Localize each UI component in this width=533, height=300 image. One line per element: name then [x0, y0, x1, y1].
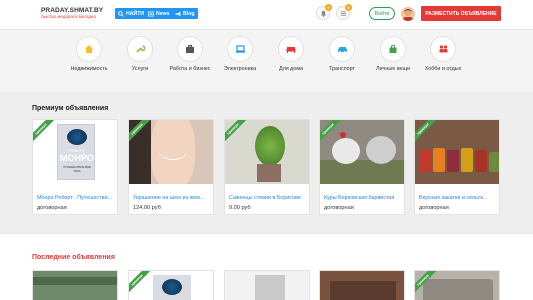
- listing-price: договорная: [324, 205, 354, 211]
- category-circle: [380, 36, 406, 62]
- photo-jar: [447, 150, 459, 172]
- wrench-icon: [136, 45, 145, 53]
- blog-button-label: Blog: [183, 10, 195, 17]
- listing-price: 124.00 руб: [133, 205, 161, 211]
- category-hobby[interactable]: Хобби и отдых: [413, 36, 473, 72]
- photo-comb: [340, 132, 346, 138]
- listing-price: договорная: [419, 205, 449, 211]
- listing-title[interactable]: Вкусные закатки и сельск...: [419, 195, 499, 201]
- list-icon: [340, 10, 346, 16]
- book-author-last: МОНРО: [60, 153, 94, 163]
- photo-pot: [257, 164, 281, 182]
- latest-title: Последние объявления: [32, 254, 115, 261]
- premium-section: Премиум объявления РОБЕРТ МОНРО ПУТЕШЕСТ…: [0, 92, 533, 231]
- listing-title[interactable]: Монро Роберт . Путешестви...: [37, 195, 117, 201]
- listing-title[interactable]: Украшение на шею из жем...: [133, 195, 213, 201]
- photo-jar: [489, 152, 499, 172]
- car-icon: [337, 47, 347, 53]
- top-header: PRADAY.SHMAT.BY быстро недорого выгодно …: [0, 0, 533, 30]
- book-cover: [153, 275, 191, 300]
- premium-card[interactable]: премиум Куры Борковская барвистая догово…: [319, 119, 405, 215]
- photo-grass: [320, 160, 404, 184]
- my-ads-badge: 0: [345, 4, 352, 11]
- listing-image: [415, 120, 499, 184]
- my-ads-button[interactable]: 0: [336, 4, 352, 20]
- news-button-label: News: [156, 10, 170, 17]
- user-avatar-icon: [403, 9, 413, 21]
- logo-tagline: быстро недорого выгодно: [41, 14, 97, 19]
- bell-icon: [320, 10, 326, 17]
- listing-price: 9.00 руб: [229, 205, 251, 211]
- photo-object: [423, 279, 493, 300]
- category-circle: [227, 36, 253, 62]
- photo-plant: [255, 126, 285, 166]
- category-label: Хобби и отдых: [424, 66, 462, 72]
- photo-object: [255, 275, 285, 300]
- megaphone-icon: [175, 11, 181, 16]
- listing-price: договорная: [37, 205, 67, 211]
- category-circle: [329, 36, 355, 62]
- listing-image: РОБЕРТ МОНРО ПУТЕШЕСТВИЯ ВНЕ ТЕЛА: [33, 120, 117, 184]
- site-logo[interactable]: PRADAY.SHMAT.BY быстро недорого выгодно: [41, 7, 103, 20]
- post-ad-button[interactable]: РАЗМЕСТИТЬ ОБЪЯВЛЕНИЕ: [421, 6, 501, 21]
- book-globe: [67, 129, 87, 145]
- photo-jar: [419, 150, 431, 172]
- premium-title: Премиум объявления: [32, 105, 109, 112]
- photo-necklace: [159, 142, 187, 160]
- premium-card[interactable]: РОБЕРТ МОНРО ПУТЕШЕСТВИЯ ВНЕ ТЕЛА премиу…: [32, 119, 118, 215]
- laptop-icon: [235, 45, 245, 53]
- briefcase-icon: [186, 45, 194, 53]
- latest-card[interactable]: [32, 270, 118, 300]
- photo-object: [330, 281, 396, 300]
- listing-title[interactable]: Саженцы стевии в Борисове: [229, 195, 309, 201]
- notifications-button[interactable]: 0: [316, 4, 332, 20]
- premium-card[interactable]: премиум Саженцы стевии в Борисове 9.00 р…: [224, 119, 310, 215]
- avatar[interactable]: [401, 7, 415, 21]
- listing-image: [129, 120, 213, 184]
- categories-bar: Недвижимость Услуги Работа и бизнес Элек…: [0, 30, 533, 92]
- premium-ribbon: премиум: [129, 271, 154, 297]
- category-circle: [430, 36, 456, 62]
- search-icon: [118, 10, 124, 17]
- blog-button[interactable]: Blog: [172, 8, 198, 19]
- photo-jar: [475, 150, 487, 172]
- news-icon: [148, 11, 154, 16]
- latest-card[interactable]: [224, 270, 310, 300]
- photo-stripe: [33, 277, 117, 285]
- premium-card[interactable]: премиум Вкусные закатки и сельск... дого…: [414, 119, 500, 215]
- category-circle: [278, 36, 304, 62]
- logo-title: PRADAY.SHMAT.BY: [41, 7, 104, 14]
- listing-image: [225, 120, 309, 184]
- category-circle: [127, 36, 153, 62]
- photo-chicken-2: [366, 136, 396, 164]
- book-subtitle: ПУТЕШЕСТВИЯ ВНЕ ТЕЛА: [63, 165, 91, 173]
- house-icon: [85, 45, 93, 53]
- listing-title[interactable]: Куры Борковская барвистая: [324, 195, 404, 201]
- premium-card[interactable]: премиум Украшение на шею из жем... 124.0…: [128, 119, 214, 215]
- bag-icon: [389, 44, 397, 53]
- sofa-icon: [286, 47, 296, 53]
- notifications-badge: 0: [325, 4, 332, 11]
- find-button-label: НАЙТИ: [126, 10, 145, 17]
- latest-section: Последние объявления премиум премиум: [0, 233, 533, 300]
- photo-chicken-1: [332, 138, 360, 164]
- latest-card[interactable]: премиум: [128, 270, 214, 300]
- book-cover: РОБЕРТ МОНРО ПУТЕШЕСТВИЯ ВНЕ ТЕЛА: [57, 124, 95, 180]
- find-button[interactable]: НАЙТИ: [115, 8, 148, 19]
- photo-jar: [433, 148, 445, 172]
- login-button[interactable]: Войти: [369, 7, 395, 20]
- latest-card[interactable]: премиум: [414, 270, 500, 300]
- latest-card[interactable]: [319, 270, 405, 300]
- category-circle: [177, 36, 203, 62]
- photo-jar: [461, 148, 473, 172]
- news-button[interactable]: News: [145, 8, 173, 19]
- people-icon: [439, 45, 447, 53]
- book-globe: [162, 279, 182, 295]
- listing-image: [320, 120, 404, 184]
- category-circle: [76, 36, 102, 62]
